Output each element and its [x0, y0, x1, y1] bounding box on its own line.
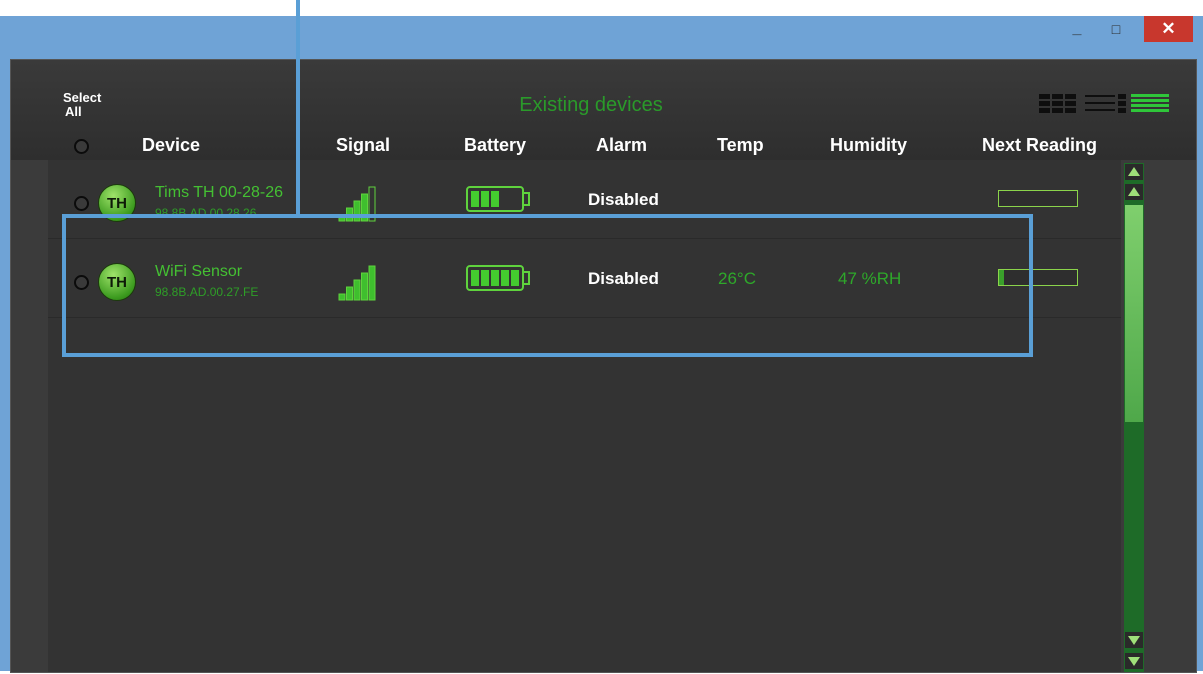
- scroll-up-icon[interactable]: [1125, 164, 1143, 180]
- battery-cell: [481, 191, 489, 207]
- select-all-label: Select All: [63, 91, 101, 119]
- close-button[interactable]: ✕: [1144, 16, 1193, 42]
- grid-view-icon[interactable]: [1039, 94, 1079, 119]
- scrollbar-thumb[interactable]: [1125, 205, 1143, 422]
- page-up-icon[interactable]: [1125, 184, 1143, 200]
- column-header-temp[interactable]: Temp: [717, 135, 764, 156]
- battery-tip: [522, 192, 530, 206]
- devices-panel: Select All Existing devices Device Signa…: [10, 59, 1197, 673]
- column-header-humidity[interactable]: Humidity: [830, 135, 907, 156]
- next-reading-progress: [998, 190, 1078, 207]
- page-title: Existing devices: [519, 94, 663, 116]
- minimize-button[interactable]: _: [1062, 16, 1092, 42]
- list-view-icon[interactable]: [1085, 94, 1127, 119]
- column-header-alarm[interactable]: Alarm: [596, 135, 647, 156]
- select-all-radio[interactable]: [74, 139, 89, 154]
- alarm-status: Disabled: [588, 190, 659, 209]
- battery-cell: [491, 191, 499, 207]
- callout-pointer-line: [296, 0, 300, 216]
- column-header-device[interactable]: Device: [142, 135, 200, 156]
- page-down-icon[interactable]: [1125, 632, 1143, 648]
- select-all-line2: All: [65, 104, 82, 119]
- device-name: Tims TH 00-28-26: [155, 184, 284, 201]
- compact-list-view-icon[interactable]: [1131, 94, 1171, 119]
- battery-cell: [471, 191, 479, 207]
- select-all-line1: Select: [63, 90, 102, 105]
- column-header-signal[interactable]: Signal: [336, 135, 390, 156]
- callout-highlight-box: [62, 214, 1033, 357]
- column-header-battery[interactable]: Battery: [464, 135, 526, 156]
- title-bar: _ □ ✕: [0, 16, 1203, 56]
- device-select-radio[interactable]: [74, 196, 89, 211]
- maximize-button[interactable]: □: [1101, 16, 1131, 42]
- scroll-down-icon[interactable]: [1125, 653, 1143, 669]
- column-header-next-reading[interactable]: Next Reading: [982, 135, 1097, 156]
